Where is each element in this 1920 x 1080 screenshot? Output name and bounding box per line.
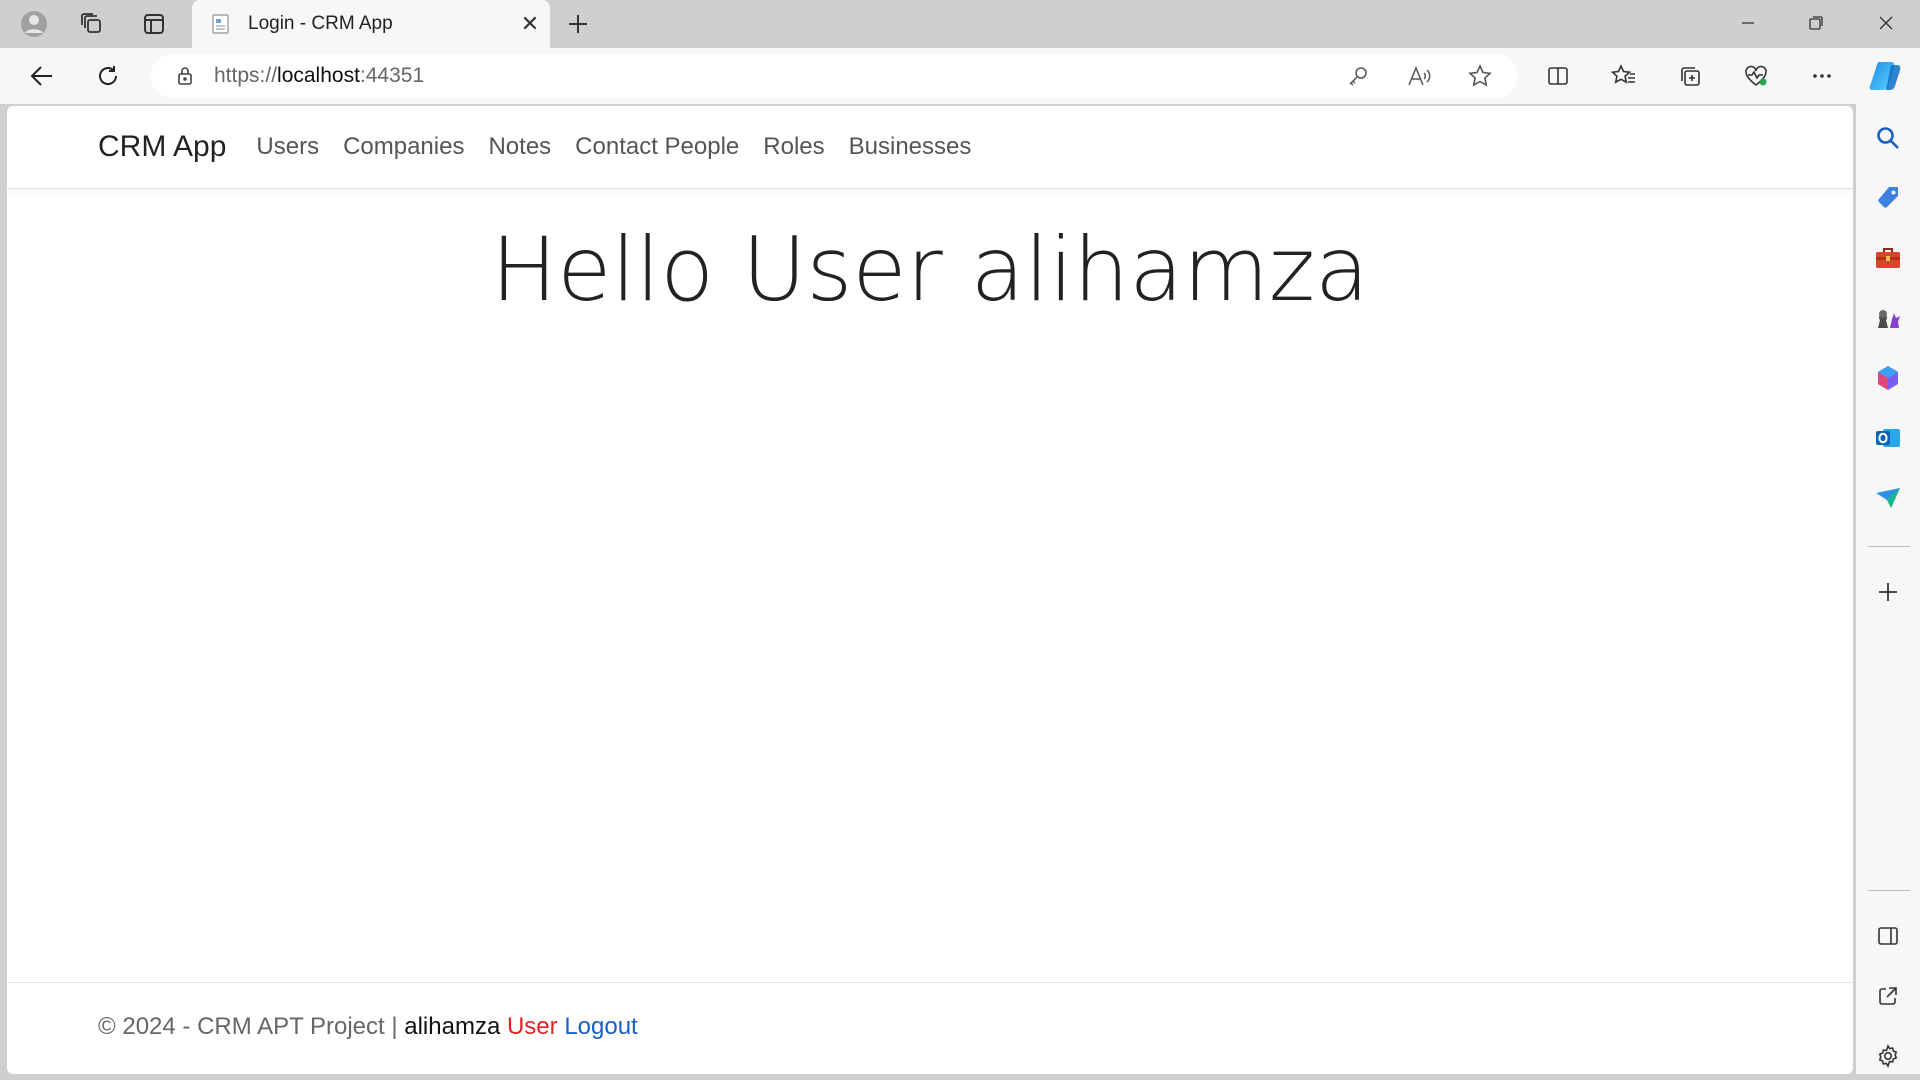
- favorites-icon[interactable]: [1602, 56, 1646, 96]
- split-screen-icon[interactable]: [1536, 56, 1580, 96]
- address-bar[interactable]: https://localhost:44351: [150, 54, 1518, 98]
- outlook-icon[interactable]: [1870, 420, 1906, 456]
- workspaces-icon[interactable]: [68, 8, 116, 40]
- minimize-button[interactable]: [1714, 0, 1782, 46]
- tag-icon[interactable]: [1870, 180, 1906, 216]
- footer-username: alihamza: [404, 1013, 501, 1040]
- settings-icon[interactable]: [1870, 1038, 1906, 1074]
- window-bottom-edge: [0, 1074, 1920, 1080]
- browser-sidebar: [1856, 104, 1920, 1080]
- nav-roles[interactable]: Roles: [763, 133, 824, 161]
- footer-role: User: [506, 1013, 558, 1040]
- nav-users[interactable]: Users: [256, 133, 319, 161]
- browser-tab-bar: Login - CRM App ✕: [0, 0, 1920, 48]
- nav-contact-people[interactable]: Contact People: [575, 133, 739, 161]
- add-icon[interactable]: [1870, 574, 1906, 610]
- app-footer: © 2024 - CRM APT Project | alihamza User…: [7, 982, 1853, 1074]
- new-tab-button[interactable]: [560, 6, 596, 42]
- nav-businesses[interactable]: Businesses: [849, 133, 972, 161]
- drop-icon[interactable]: [1870, 480, 1906, 516]
- restore-button[interactable]: [1782, 0, 1850, 46]
- tab-actions-icon[interactable]: [130, 8, 178, 40]
- briefcase-icon[interactable]: [1870, 240, 1906, 276]
- browser-toolbar: https://localhost:44351: [0, 48, 1920, 104]
- external-link-icon[interactable]: [1870, 978, 1906, 1014]
- web-page: CRM App Users Companies Notes Contact Pe…: [7, 106, 1853, 1074]
- app-navbar: CRM App Users Companies Notes Contact Pe…: [7, 106, 1853, 189]
- more-icon[interactable]: [1800, 56, 1844, 96]
- nav-companies[interactable]: Companies: [343, 133, 464, 161]
- page-heading: Hello User alihamza: [491, 218, 1369, 321]
- tab-close-icon[interactable]: ✕: [510, 11, 550, 37]
- star-icon[interactable]: [1462, 58, 1498, 94]
- footer-text: © 2024 - CRM APT Project | alihamza User…: [98, 1013, 638, 1041]
- active-tab[interactable]: Login - CRM App ✕: [192, 0, 550, 48]
- copilot-icon[interactable]: [1864, 56, 1908, 96]
- tab-title: Login - CRM App: [248, 13, 393, 34]
- microsoft365-icon[interactable]: [1870, 360, 1906, 396]
- window-close-button[interactable]: [1852, 0, 1920, 46]
- lock-icon[interactable]: [174, 65, 196, 87]
- read-aloud-icon[interactable]: [1402, 58, 1438, 94]
- collections-icon[interactable]: [1668, 56, 1712, 96]
- back-button[interactable]: [20, 56, 64, 96]
- nav-notes[interactable]: Notes: [488, 133, 551, 161]
- profile-icon[interactable]: [10, 8, 58, 40]
- games-icon[interactable]: [1870, 300, 1906, 336]
- url-text: https://localhost:44351: [214, 64, 425, 87]
- heart-pulse-icon[interactable]: [1734, 56, 1778, 96]
- search-icon[interactable]: [1870, 120, 1906, 156]
- app-brand[interactable]: CRM App: [98, 130, 226, 164]
- footer-copyright: © 2024 - CRM APT Project |: [98, 1013, 398, 1040]
- sidebar-divider: [1868, 890, 1910, 891]
- page-icon: [210, 13, 232, 35]
- refresh-button[interactable]: [86, 56, 130, 96]
- sidebar-divider: [1868, 546, 1910, 547]
- logout-link[interactable]: Logout: [564, 1013, 637, 1040]
- key-icon[interactable]: [1340, 58, 1376, 94]
- sidebar-toggle-icon[interactable]: [1870, 918, 1906, 954]
